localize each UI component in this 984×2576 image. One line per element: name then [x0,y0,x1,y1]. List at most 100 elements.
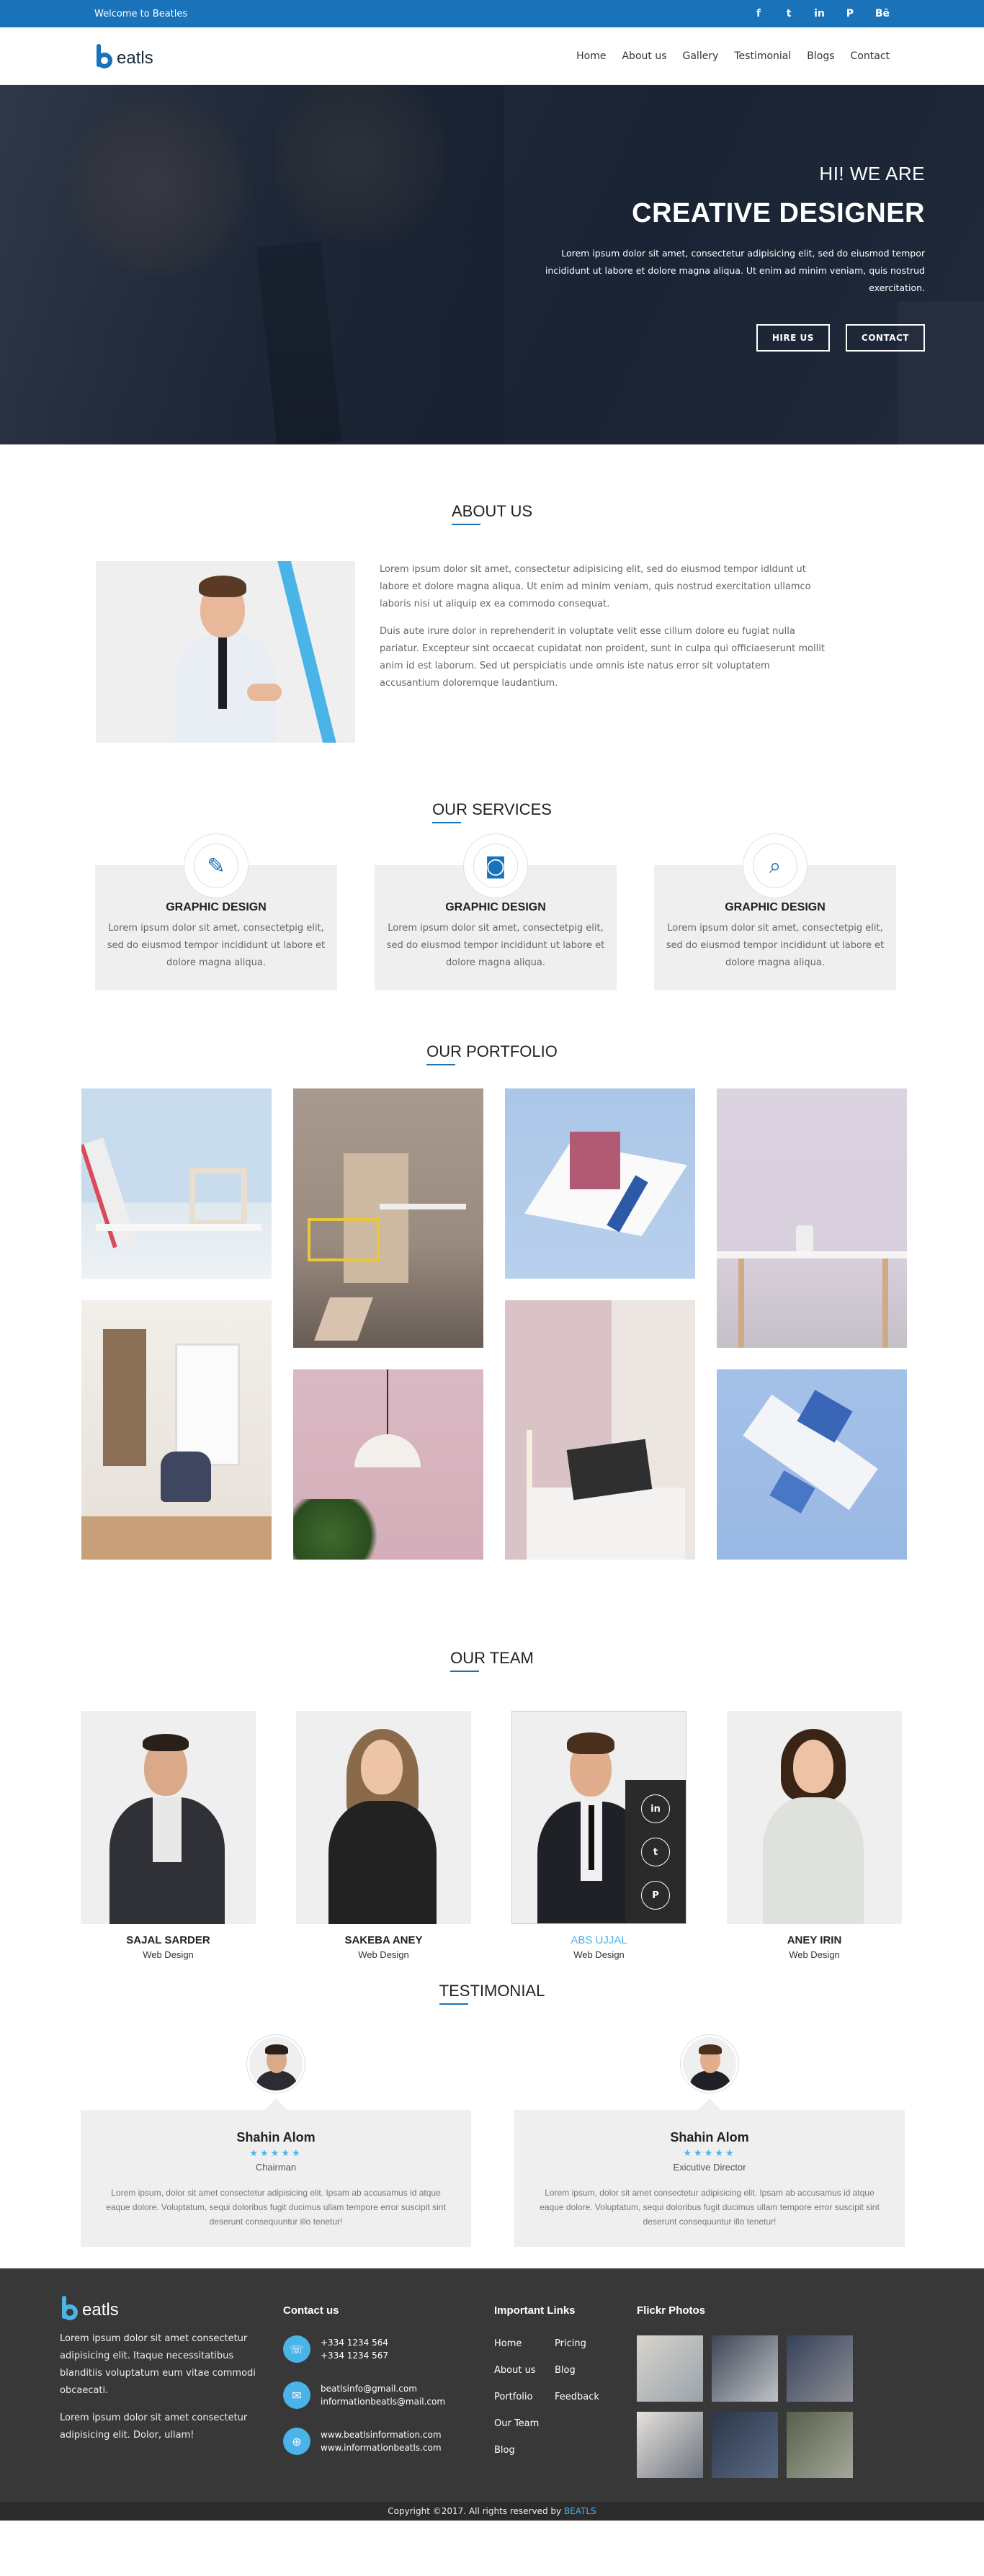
portfolio-item[interactable] [81,1300,272,1560]
team-member-card[interactable]: SAKEBA ANEY Web Design [296,1711,471,1960]
member-photo: in t P [511,1711,686,1924]
portfolio-item[interactable] [717,1088,907,1348]
footer-link-home[interactable]: Home [494,2338,555,2349]
logo-text: eatls [82,2300,119,2320]
service-card[interactable]: ✎ GRAPHIC DESIGN Lorem ipsum dolor sit a… [95,833,337,990]
main-nav: eatls Home About us Gallery Testimonial … [0,27,984,85]
footer-heading-flickr: Flickr Photos [637,2304,706,2317]
nav-item-about[interactable]: About us [622,50,666,62]
service-text: Lorem ipsum dolor sit amet, consectetpig… [386,923,605,968]
hero-content: HI! WE ARE CREATIVE DESIGNER Lorem ipsum… [522,163,925,352]
portfolio-item[interactable] [505,1300,695,1560]
testimonial-name: Shahin Alom [670,2130,749,2145]
portfolio-item[interactable] [293,1088,483,1348]
portfolio-item[interactable] [505,1088,695,1279]
flickr-photo[interactable] [712,2412,778,2478]
testimonial-quote: Lorem ipsum, dolor sit amet consectetur … [106,2188,446,2227]
section-title-portfolio: OUR PORTFOLIO [426,1042,558,1065]
hire-us-button[interactable]: HIRE US [756,324,830,352]
email-link[interactable]: beatlsinfo@gmail.com [321,2382,445,2395]
twitter-icon[interactable]: t [641,1838,670,1866]
brand-link[interactable]: BEATLS [564,2506,596,2516]
footer-link-feedback[interactable]: Feedback [555,2392,612,2402]
service-card[interactable]: ◙ GRAPHIC DESIGN Lorem ipsum dolor sit a… [375,833,617,990]
team-member-card[interactable]: SAJAL SARDER Web Design [81,1711,256,1960]
footer-heading-links: Important Links [494,2304,576,2317]
footer-link-blog[interactable]: Blog [555,2365,612,2376]
phone-number: +334 1234 564 [321,2338,389,2348]
member-name: SAKEBA ANEY [344,1934,423,1946]
member-role: Web Design [789,1949,840,1960]
linkedin-icon[interactable]: in [814,8,825,19]
service-card[interactable]: ⌕ GRAPHIC DESIGN Lorem ipsum dolor sit a… [654,833,896,990]
flickr-gallery [637,2335,875,2478]
testimonial-section: TESTIMONIAL Shahin Alom ★★★★★ Chairman L… [0,1960,984,2247]
footer-link-blog-2[interactable]: Blog [494,2445,555,2456]
email-link[interactable]: informationbeatls@mail.com [321,2395,445,2408]
portfolio-item[interactable] [293,1369,483,1560]
service-text: Lorem ipsum dolor sit amet, consectetpig… [107,923,326,968]
hero-greeting: HI! WE ARE [819,163,925,184]
pinterest-icon[interactable]: P [641,1881,670,1910]
nav-menu: Home About us Gallery Testimonial Blogs … [576,50,890,62]
logo-mark-icon [94,44,116,68]
testimonial-position: Chairman [255,2162,297,2173]
site-footer: eatls Lorem ipsum dolor sit amet consect… [0,2268,984,2521]
nav-item-testimonial[interactable]: Testimonial [734,50,791,62]
behance-icon[interactable]: Bē [875,8,890,19]
pinterest-icon[interactable]: P [845,8,855,19]
welcome-text: Welcome to Beatles [94,8,188,19]
nav-item-contact[interactable]: Contact [851,50,890,62]
member-name: ABS UJJAL [571,1934,627,1946]
team-member-card[interactable]: ANEY IRIN Web Design [727,1711,902,1960]
footer-link-portfolio[interactable]: Portfolio [494,2392,555,2402]
testimonial-position: Exicutive Director [673,2162,746,2173]
footer-heading-contact: Contact us [283,2304,339,2317]
facebook-icon[interactable]: f [753,8,764,19]
linkedin-icon[interactable]: in [641,1794,670,1823]
nav-item-gallery[interactable]: Gallery [683,50,719,62]
site-logo[interactable]: eatls [94,44,153,68]
service-title: GRAPHIC DESIGN [445,901,546,913]
nav-item-blogs[interactable]: Blogs [807,50,834,62]
flickr-photo[interactable] [787,2335,853,2402]
section-title-services: OUR SERVICES [432,800,552,823]
website-link[interactable]: www.beatlsinformation.com [321,2428,442,2441]
important-links: Home Pricing About us Blog Portfolio Fee… [494,2338,637,2456]
portfolio-item[interactable] [81,1088,272,1279]
team-member-card[interactable]: in t P ABS UJJAL Web Design [511,1711,686,1960]
avatar [681,2035,738,2093]
member-photo [296,1711,471,1924]
testimonial-quote: Lorem ipsum, dolor sit amet consectetur … [540,2188,880,2227]
rating-stars-icon: ★★★★★ [249,2148,303,2159]
about-section: ABOUT US Lorem ipsum dolor sit amet, con… [0,444,984,743]
globe-icon: ⊕ [283,2428,310,2455]
contact-button[interactable]: CONTACT [845,324,925,352]
flickr-photo[interactable] [637,2412,703,2478]
flickr-photo[interactable] [787,2412,853,2478]
logo-mark-icon [60,2296,81,2320]
website-link[interactable]: www.informationbeatls.com [321,2441,442,2454]
portfolio-item[interactable] [717,1369,907,1560]
testimonial-card: Shahin Alom ★★★★★ Chairman Lorem ipsum, … [81,2035,471,2247]
flickr-photo[interactable] [637,2335,703,2402]
about-paragraph-1: Lorem ipsum dolor sit amet, consectetur … [380,564,811,609]
copyright-bar: Copyright ©2017. All rights reserved by … [0,2502,984,2521]
avatar [247,2035,305,2093]
section-title-team: OUR TEAM [450,1649,534,1672]
logo-text: eatls [117,48,153,68]
member-name: ANEY IRIN [787,1934,842,1946]
footer-logo[interactable]: eatls [60,2296,276,2320]
footer-link-about[interactable]: About us [494,2365,555,2376]
phone-number: +334 1234 567 [321,2351,389,2361]
section-title-testimonial: TESTIMONIAL [439,1982,545,2005]
footer-link-pricing[interactable]: Pricing [555,2338,612,2349]
twitter-icon[interactable]: t [784,8,794,19]
flickr-photo[interactable] [712,2335,778,2402]
testimonial-name: Shahin Alom [236,2130,316,2145]
footer-link-team[interactable]: Our Team [494,2418,555,2429]
nav-item-home[interactable]: Home [576,50,606,62]
service-title: GRAPHIC DESIGN [725,901,826,913]
copyright-text: Copyright ©2017. All rights reserved by [388,2506,562,2516]
team-section: OUR TEAM SAJAL SARDER Web Design SAKEBA … [0,1593,984,1960]
